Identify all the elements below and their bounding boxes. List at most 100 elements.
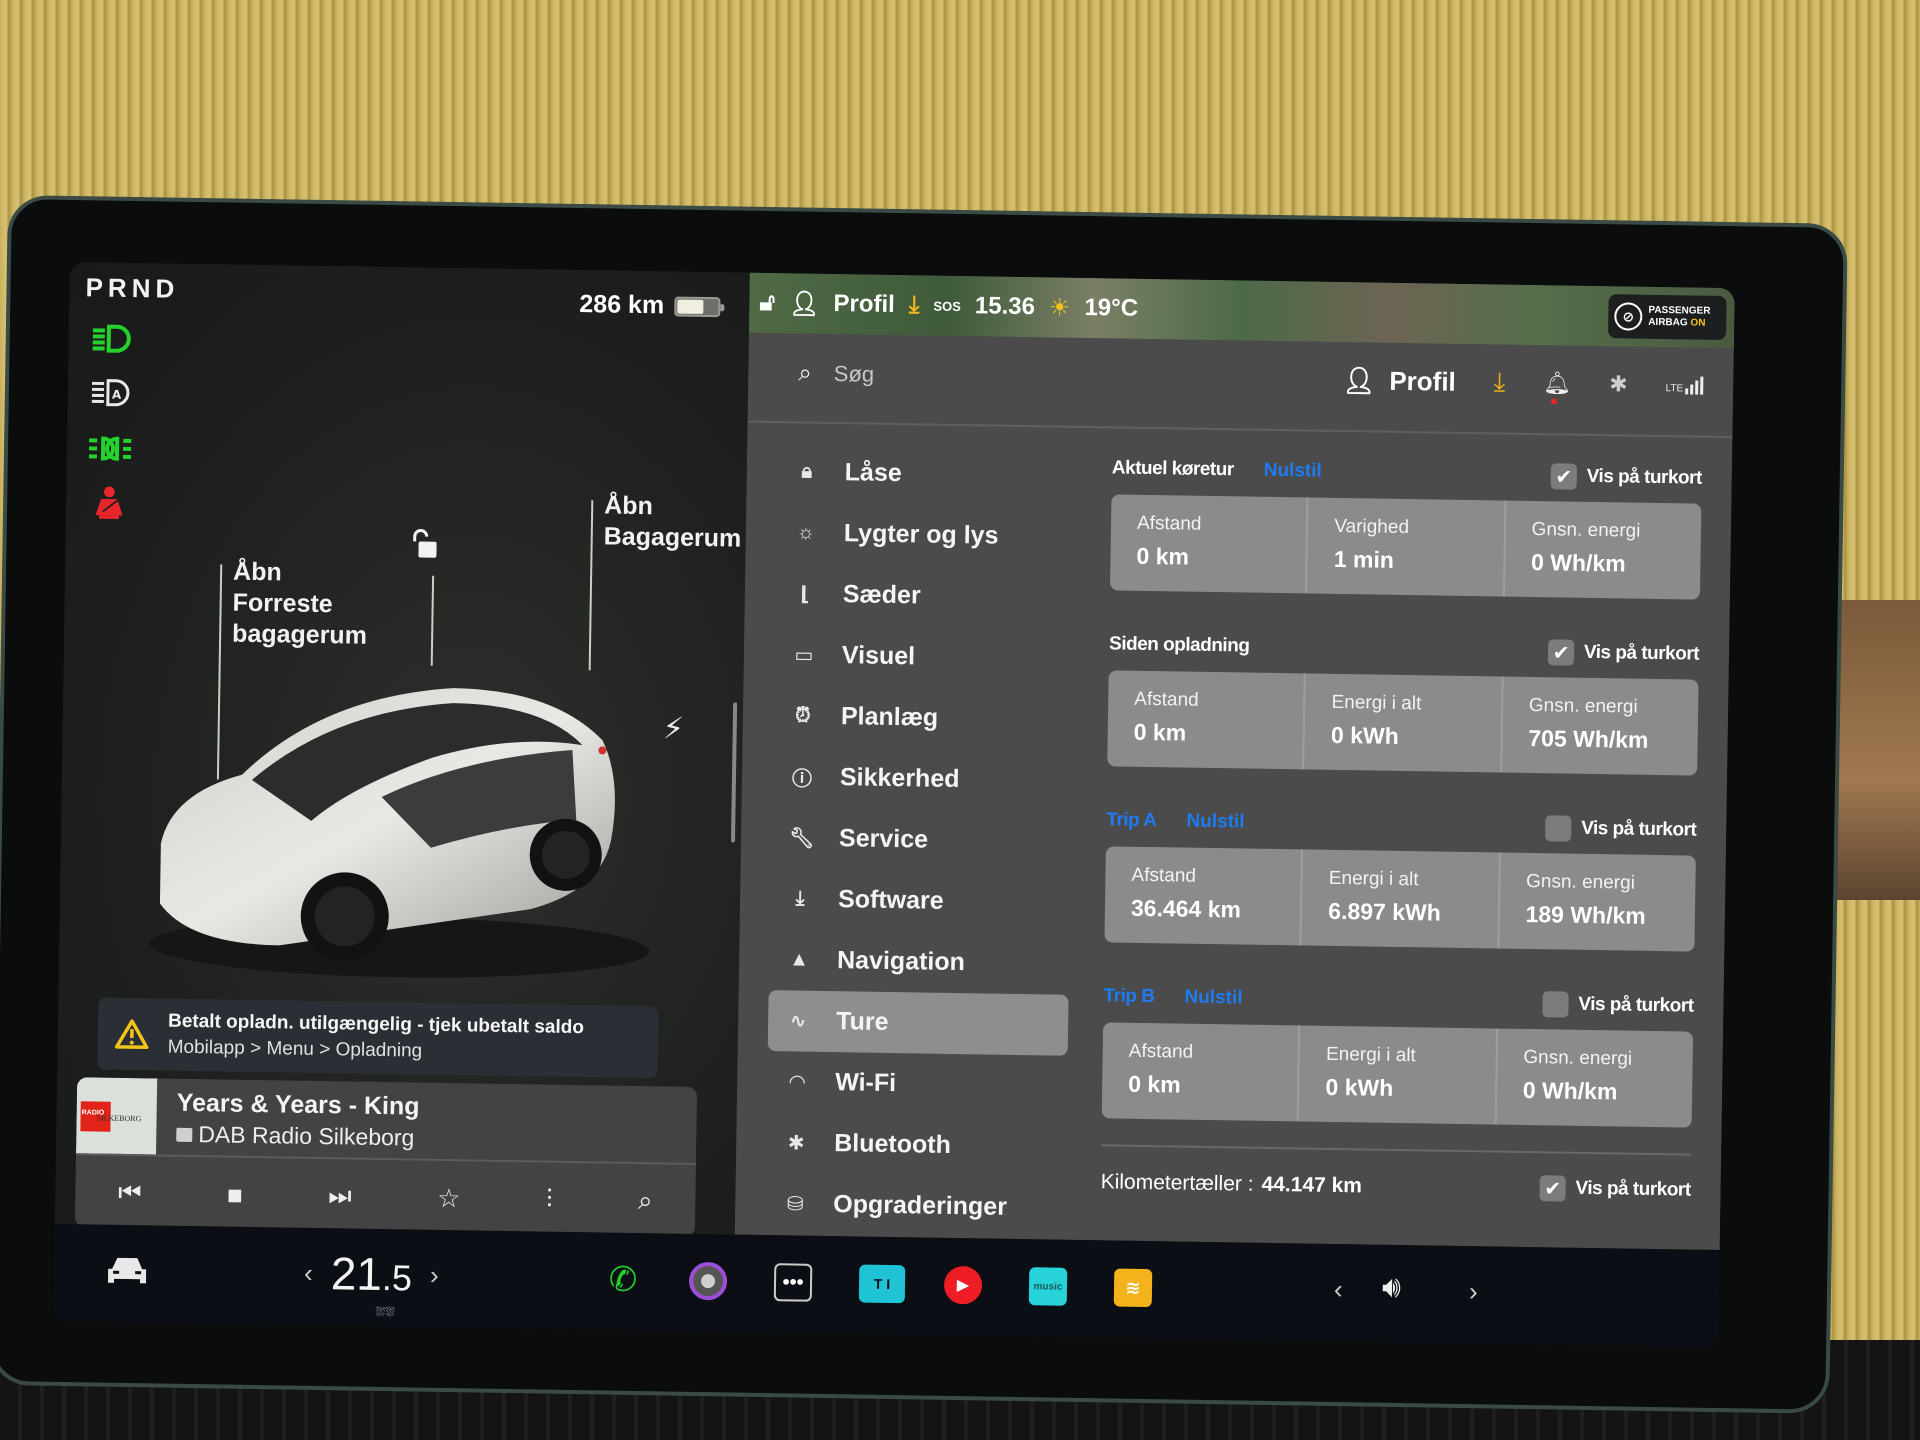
open-trunk-button[interactable]: Åbn Bagagerum — [604, 490, 743, 554]
amazon-music-app-icon[interactable]: music — [1028, 1267, 1068, 1306]
car-controls-icon[interactable] — [104, 1253, 151, 1290]
trip-stat-label: Varighed — [1334, 515, 1410, 539]
outside-temperature: 19°C — [1084, 293, 1139, 322]
temp-decimal: .5 — [381, 1257, 413, 1299]
media-search-button[interactable]: ⌕ — [638, 1185, 653, 1217]
trip-stat-value: 0 km — [1136, 542, 1190, 570]
nav-item-service[interactable]: 🔧︎ Service — [771, 807, 1072, 873]
wifi-icon: ◠ — [789, 1071, 806, 1094]
trip-b-reset-button[interactable]: Nulstil — [1184, 987, 1242, 1010]
nav-item-sikkerhed[interactable]: ⓘ Sikkerhed — [772, 746, 1073, 812]
trip-stat-label: Gnsn. energi — [1528, 694, 1638, 718]
current-trip-reset-button[interactable]: Nulstil — [1264, 460, 1322, 483]
nav-item-ture[interactable]: ∿ Ture — [767, 990, 1069, 1056]
odometer-show-on-map-checkbox[interactable]: ✔ Vis på turkort — [1539, 1175, 1691, 1203]
track-title: Years & Years - King — [176, 1088, 420, 1121]
trip-b-title[interactable]: Trip B — [1103, 985, 1154, 1008]
odometer-divider — [1101, 1144, 1692, 1156]
warning-triangle-icon — [114, 1019, 149, 1050]
airbag-icon: ⊘ — [1614, 302, 1643, 331]
nav-item-navigation[interactable]: ▲ Navigation — [769, 929, 1070, 995]
stop-button[interactable]: ■ — [227, 1179, 243, 1210]
nav-item-software[interactable]: ⤓ Software — [770, 868, 1071, 934]
gear-selector[interactable]: PRND — [85, 272, 179, 304]
trip-a-card: Afstand 36.464 km Energi i alt 6.897 kWh Gns… — [1104, 846, 1696, 952]
current-trip-show-on-map-checkbox[interactable]: ✔ Vis på turkort — [1550, 463, 1702, 491]
notification-bell-icon[interactable]: 🔔︎ — [1543, 370, 1571, 405]
nav-item-bluetooth[interactable]: ✱ Bluetooth — [766, 1112, 1067, 1178]
more-apps-icon[interactable]: ••• — [773, 1263, 813, 1302]
panel-scrollbar[interactable] — [730, 702, 738, 843]
checkmark-icon: ✔ — [1547, 639, 1575, 666]
trips-content: Aktuel køretur Nulstil ✔ Vis på turkort … — [1100, 448, 1702, 1209]
status-profile[interactable]: Profil — [833, 290, 895, 319]
trip-b-header: Trip B Nulstil Vis på turkort — [1103, 976, 1694, 1025]
nav-item-sæder[interactable]: ⌊ Sæder — [774, 563, 1075, 629]
media-source[interactable]: DAB Radio Silkeborg — [176, 1121, 415, 1152]
album-art: RADIO SILKEBORG — [76, 1077, 158, 1155]
audible-app-icon[interactable]: ≋ — [1113, 1268, 1153, 1308]
trip-a-header: Trip A Nulstil Vis på turkort — [1106, 800, 1697, 849]
volume-down-button[interactable]: ‹ — [1334, 1274, 1343, 1305]
trip-a-reset-button[interactable]: Nulstil — [1186, 811, 1244, 834]
equalizer-button[interactable]: ⫶ — [546, 1184, 553, 1216]
charge-port-icon[interactable]: ⚡︎ — [662, 711, 684, 746]
since-charge-header: Siden opladning ✔ Vis på turkort — [1109, 624, 1700, 673]
nav-item-label: Opgraderinger — [833, 1190, 1008, 1221]
navigation-arrow-icon: ▲ — [789, 948, 810, 971]
volume-up-button[interactable]: › — [1469, 1276, 1478, 1307]
bluetooth-icon: ✱ — [787, 1132, 805, 1155]
phone-app-icon[interactable]: ✆ — [604, 1261, 643, 1300]
open-frunk-button[interactable]: Åbn Forreste bagagerum — [232, 557, 368, 652]
next-button[interactable]: ⏭︎ — [328, 1180, 352, 1212]
nav-item-planlæg[interactable]: ⏰︎ Planlæg — [772, 685, 1073, 751]
nav-item-låse[interactable]: 🔒︎ Låse — [776, 441, 1077, 507]
profile-button[interactable]: 👤︎ Profil — [1342, 365, 1456, 398]
toybox-app-icon[interactable]: T I — [858, 1264, 906, 1304]
unlock-icon[interactable] — [408, 527, 439, 561]
car-status-panel: PRND 286 km A Åbn Forreste bagagerum Åbn… — [54, 262, 750, 1252]
trip-stat-label: Afstand — [1134, 688, 1199, 711]
favorite-button[interactable]: ☆ — [437, 1182, 461, 1213]
alarm-clock-icon: ⏰︎ — [794, 704, 811, 727]
nav-item-lygter-og-lys[interactable]: ☼ Lygter og lys — [775, 502, 1076, 568]
trip-a-title[interactable]: Trip A — [1106, 809, 1156, 832]
search-input[interactable]: ⌕ Søg — [798, 359, 874, 388]
media-source-label: DAB Radio Silkeborg — [198, 1121, 415, 1151]
nav-item-wi-fi[interactable]: ◠ Wi-Fi — [767, 1051, 1068, 1117]
software-download-icon[interactable]: ⤓ — [1494, 366, 1506, 398]
bluetooth-status-icon[interactable]: ✱ — [1609, 371, 1628, 397]
nav-item-opgraderinger[interactable]: ⛁ Opgraderinger — [765, 1173, 1066, 1239]
battery-icon — [674, 295, 721, 317]
volume-icon[interactable]: 🔊︎ — [1382, 1271, 1401, 1305]
trip-stat-cell: Gnsn. energi 189 Wh/km — [1499, 853, 1696, 952]
topbar-divider — [747, 420, 1733, 439]
temp-whole: 21 — [330, 1247, 383, 1301]
trip-stat-value: 1 min — [1333, 545, 1395, 573]
sos-indicator[interactable]: SOS — [933, 298, 961, 313]
nav-item-visuel[interactable]: ▭ Visuel — [773, 624, 1074, 690]
checkbox-label: Vis på turkort — [1586, 465, 1702, 489]
temp-increase-button[interactable]: › — [430, 1259, 439, 1290]
low-beam-icon — [92, 324, 131, 353]
checkbox-label: Vis på turkort — [1575, 1177, 1691, 1201]
trip-b-show-on-map-checkbox[interactable]: Vis på turkort — [1542, 991, 1694, 1019]
seat-heater-icon[interactable]: ⛆⛆ — [375, 1305, 394, 1320]
auto-high-beam-icon: A — [91, 379, 130, 407]
trunk-pointer-line — [588, 500, 594, 671]
download-icon: ⤓ — [795, 887, 805, 910]
media-player: RADIO SILKEBORG Years & Years - King DAB… — [74, 1077, 698, 1237]
youtube-music-app-icon[interactable]: ▶ — [943, 1265, 983, 1305]
charging-alert[interactable]: Betalt opladn. utilgængelig - tjek ubeta… — [97, 997, 659, 1079]
since-charge-show-on-map-checkbox[interactable]: ✔ Vis på turkort — [1547, 639, 1700, 667]
nav-item-label: Sæder — [842, 580, 921, 610]
current-trip-title: Aktuel køretur — [1111, 457, 1234, 481]
trip-a-show-on-map-checkbox[interactable]: Vis på turkort — [1544, 815, 1697, 843]
previous-button[interactable]: ⏮︎ — [118, 1177, 142, 1209]
nav-item-label: Ture — [835, 1007, 889, 1036]
airbag-label: PASSENGER — [1648, 304, 1711, 317]
checkmark-icon: ✔ — [1539, 1175, 1566, 1202]
camera-app-icon[interactable] — [688, 1261, 728, 1301]
cabin-temperature[interactable]: 21.5 — [330, 1246, 412, 1301]
temp-decrease-button[interactable]: ‹ — [304, 1257, 313, 1288]
